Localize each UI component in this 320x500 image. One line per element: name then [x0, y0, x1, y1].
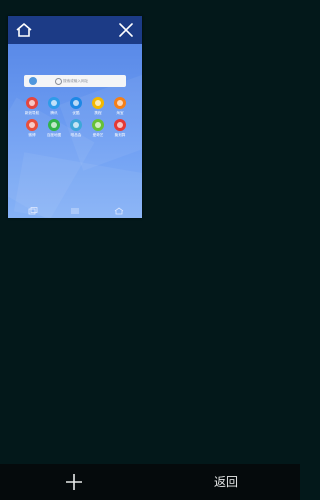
bottom-bar: 返回 [0, 464, 300, 500]
search-placeholder: 搜索或输入网址 [63, 79, 89, 83]
menu-icon [71, 208, 79, 214]
tab-header [8, 16, 142, 44]
tabs-icon [28, 207, 38, 215]
shortcut-item[interactable]: 聚划算 [112, 119, 128, 138]
shortcut-label: 携程 [94, 111, 102, 115]
shortcut-label: 百度地图 [46, 133, 62, 137]
home-icon [114, 207, 124, 215]
search-icon [55, 78, 62, 85]
shortcut-label: 唯品会 [70, 133, 82, 137]
baidu-map-icon [48, 119, 60, 131]
shortcut-label: 新浪导航 [24, 111, 40, 115]
shortcut-item[interactable]: 携程 [90, 97, 106, 116]
plus-icon[interactable] [64, 472, 84, 492]
ctrip-icon [92, 97, 104, 109]
shortcut-item[interactable]: 唯品会 [68, 119, 84, 138]
back-button[interactable]: 返回 [206, 473, 246, 491]
home-icon[interactable] [15, 22, 33, 38]
sina-icon [26, 97, 38, 109]
shortcut-item[interactable]: 新浪导航 [24, 97, 40, 116]
tab-card[interactable]: 搜索或输入网址 新浪导航 腾讯 优酷 携程 淘宝 微博 百度地图 唯品会 爱奇艺… [8, 16, 142, 218]
shortcut-item[interactable]: 优酷 [68, 97, 84, 116]
shortcut-item[interactable]: 爱奇艺 [90, 119, 106, 138]
shortcut-label: 优酷 [72, 111, 80, 115]
shortcut-label: 淘宝 [116, 111, 124, 115]
juhuasuan-icon [114, 119, 126, 131]
vip-icon [70, 119, 82, 131]
shortcut-item[interactable]: 微博 [24, 119, 40, 138]
tencent-icon [48, 97, 60, 109]
search-engine-icon [29, 77, 37, 85]
shortcut-label: 聚划算 [114, 133, 126, 137]
weibo-icon [26, 119, 38, 131]
iqiyi-icon [92, 119, 104, 131]
shortcut-label: 腾讯 [50, 111, 58, 115]
search-bar[interactable]: 搜索或输入网址 [24, 75, 126, 87]
shortcut-label: 微博 [28, 133, 36, 137]
close-icon[interactable] [118, 22, 134, 38]
youku-icon [70, 97, 82, 109]
shortcut-item[interactable]: 腾讯 [46, 97, 62, 116]
tab-preview: 搜索或输入网址 新浪导航 腾讯 优酷 携程 淘宝 微博 百度地图 唯品会 爱奇艺… [8, 44, 142, 218]
shortcut-item[interactable]: 淘宝 [112, 97, 128, 116]
taobao-icon [114, 97, 126, 109]
tab-toolbar-preview [8, 204, 142, 218]
shortcut-item[interactable]: 百度地图 [46, 119, 62, 138]
shortcut-label: 爱奇艺 [92, 133, 104, 137]
